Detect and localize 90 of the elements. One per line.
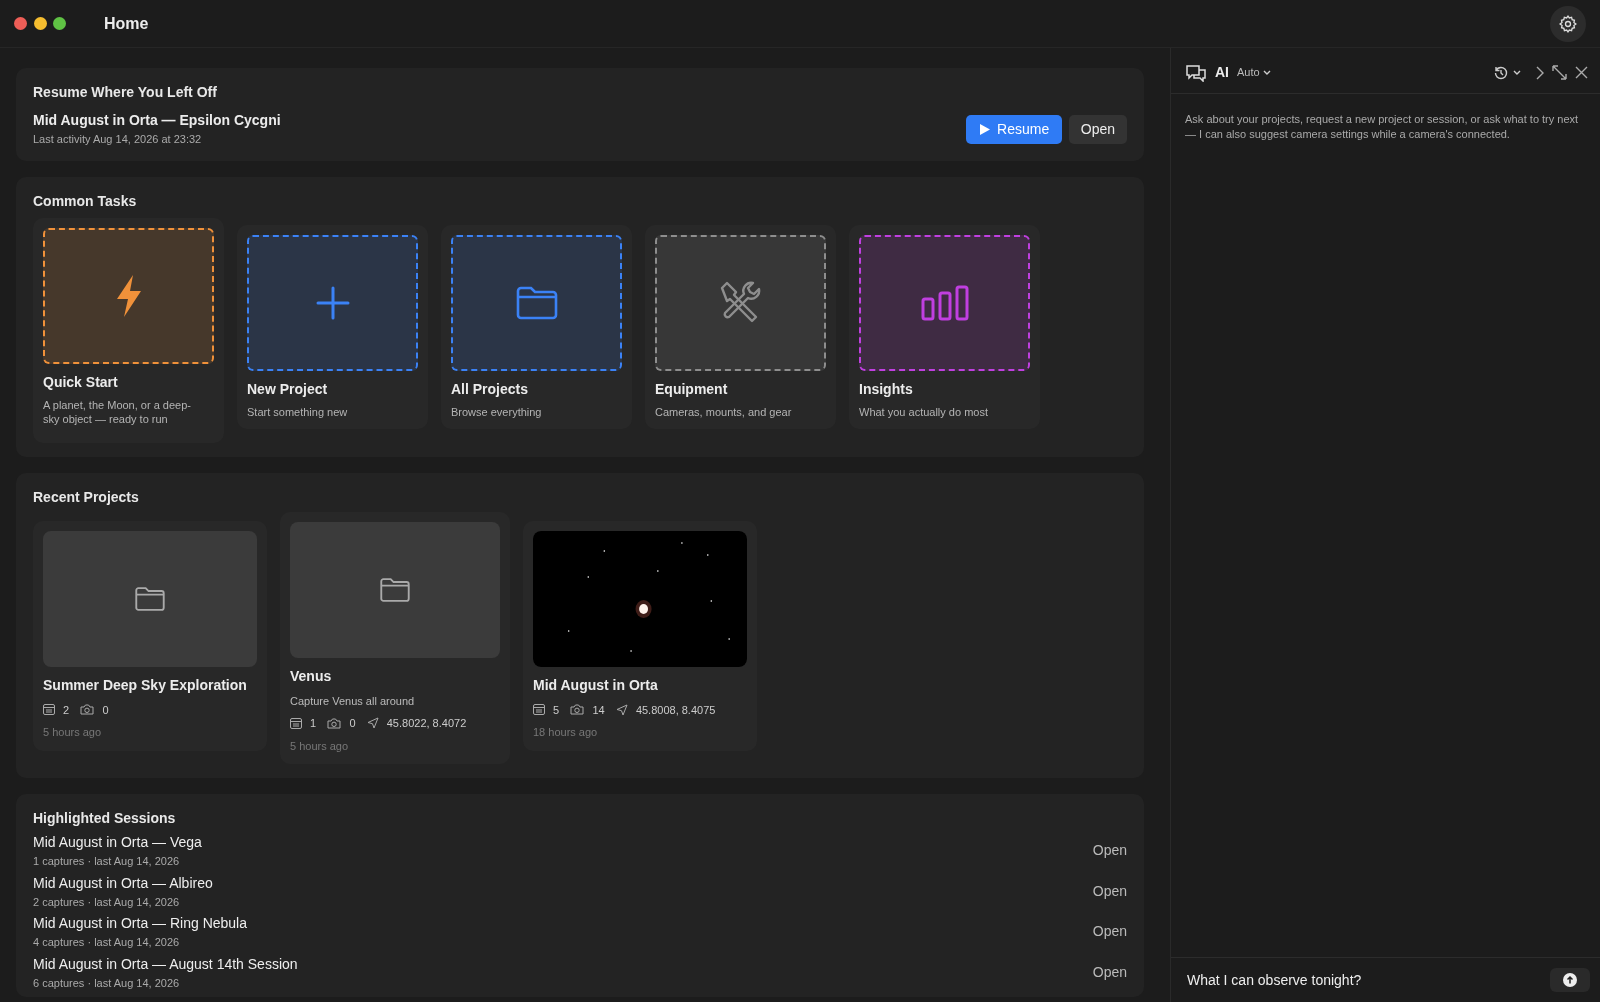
chat-bubbles-icon — [1185, 63, 1207, 82]
task-card[interactable]: Equipment Cameras, mounts, and gear — [645, 225, 836, 430]
section-heading: Highlighted Sessions — [33, 809, 177, 829]
chat-input-field[interactable]: What I can observe tonight? — [1185, 968, 1550, 992]
close-button[interactable] — [1575, 66, 1588, 79]
calendar-icon — [533, 704, 545, 716]
time-ago: 5 hours ago — [43, 725, 103, 741]
open-button[interactable]: Open — [1092, 921, 1127, 943]
task-card[interactable]: New Project Start something new — [237, 225, 428, 430]
section-heading: Recent Projects — [33, 487, 140, 507]
task-description: What you actually do most — [859, 405, 989, 420]
camera-icon — [570, 704, 585, 716]
play-icon — [978, 122, 991, 136]
mode-dropdown[interactable]: Auto — [1237, 64, 1271, 81]
folder-icon — [514, 285, 559, 321]
history-button[interactable] — [1493, 64, 1521, 81]
project-card[interactable]: Summer Deep Sky Exploration 2 0 5 hours ago — [33, 520, 267, 751]
history-icon — [1493, 64, 1510, 81]
open-button[interactable]: Open — [1092, 840, 1127, 862]
settings-button[interactable] — [1550, 5, 1586, 42]
collapse-panel-button[interactable] — [1535, 65, 1544, 80]
task-title: All Projects — [451, 380, 530, 399]
meta-value: 1 — [310, 716, 317, 732]
project-description: Capture Venus all around — [290, 693, 416, 709]
close-icon — [1575, 66, 1588, 79]
task-title: Equipment — [655, 380, 729, 399]
arrow-up-icon — [1563, 973, 1577, 987]
project-card[interactable]: Venus Capture Venus all around 1 0 45.8022, 8.4072 5 hours ago — [280, 511, 510, 765]
project-title: Venus — [290, 666, 333, 686]
window-title: Home — [104, 13, 149, 34]
session-title: Mid August in Orta — Ring Nebula — [33, 914, 247, 934]
time-ago: 5 hours ago — [290, 738, 350, 754]
plus-icon — [315, 286, 350, 320]
session-subtitle: 6 captures · last Aug 14, 2026 — [33, 975, 181, 991]
session-subtitle: 2 captures · last Aug 14, 2026 — [33, 894, 181, 910]
meta-value: 2 — [63, 702, 70, 718]
session-subtitle: 4 captures · last Aug 14, 2026 — [33, 935, 181, 951]
resume-button[interactable]: Resume — [965, 114, 1063, 144]
section-heading: Resume Where You Left Off — [33, 83, 218, 102]
session-title: Mid August in Orta — August 14th Session — [33, 954, 298, 974]
project-card[interactable]: Mid August in Orta 5 14 45.8008, 8.4075 18 hours ago — [523, 520, 757, 751]
open-button[interactable]: Open — [1092, 961, 1127, 983]
project-title: Mid August in Orta — [533, 675, 659, 695]
meta-value: 5 — [553, 702, 560, 718]
task-title: Insights — [859, 380, 914, 399]
location-arrow-icon — [615, 703, 628, 716]
expand-icon — [1552, 65, 1567, 80]
bar-chart-icon — [920, 285, 969, 321]
project-title: Summer Deep Sky Exploration — [43, 675, 248, 695]
expand-button[interactable] — [1552, 65, 1567, 80]
section-heading: Common Tasks — [33, 192, 138, 211]
task-description: Cameras, mounts, and gear — [655, 405, 793, 420]
camera-icon — [80, 704, 95, 716]
calendar-icon — [43, 704, 55, 716]
folder-icon — [379, 576, 411, 603]
send-button[interactable] — [1550, 968, 1590, 992]
task-description: A planet, the Moon, or a deep-sky object — ready to run — [43, 398, 192, 427]
task-title: New Project — [247, 380, 329, 399]
session-title: Mid August in Orta — Albireo — [33, 873, 213, 893]
open-button[interactable]: Open — [1092, 880, 1127, 902]
task-description: Browse everything — [451, 405, 543, 420]
calendar-icon — [290, 717, 302, 729]
camera-icon — [327, 717, 342, 729]
time-ago: 18 hours ago — [533, 725, 599, 741]
meta-value: 0 — [102, 702, 109, 718]
chevron-right-icon — [1535, 65, 1544, 80]
task-card[interactable]: Quick Start A planet, the Moon, or a deep-sky object — ready to run — [33, 218, 224, 443]
close-window-button[interactable] — [14, 17, 27, 30]
meta-value: 0 — [349, 716, 356, 732]
settings-icon — [1558, 13, 1578, 34]
open-button[interactable]: Open — [1068, 114, 1127, 144]
intro-text: Ask about your projects, request a new project or session, or ask what to try next — I can also suggest camera settings while a camera's connected. — [1184, 112, 1580, 142]
session-subtitle: 1 captures · last Aug 14, 2026 — [33, 854, 181, 870]
folder-icon — [134, 585, 166, 612]
session-title: Mid August in Orta — Epsilon Cycgni — [33, 110, 281, 130]
task-description: Start something new — [247, 405, 349, 420]
task-card[interactable]: All Projects Browse everything — [441, 225, 632, 430]
task-card[interactable]: Insights What you actually do most — [849, 225, 1040, 430]
location-arrow-icon — [366, 717, 379, 730]
last-activity-text: Last activity Aug 14, 2026 at 23:32 — [33, 131, 203, 147]
task-title: Quick Start — [43, 373, 119, 392]
meta-value: 45.8022, 8.4072 — [386, 716, 467, 732]
meta-value: 45.8008, 8.4075 — [635, 702, 716, 718]
session-title: Mid August in Orta — Vega — [33, 833, 202, 853]
chevron-down-icon — [1512, 69, 1521, 76]
minimize-window-button[interactable] — [33, 17, 47, 30]
maximize-window-button[interactable] — [53, 17, 66, 30]
ai-title: AI — [1215, 63, 1229, 82]
chevron-down-icon — [1262, 69, 1271, 76]
meta-value: 14 — [592, 702, 605, 718]
